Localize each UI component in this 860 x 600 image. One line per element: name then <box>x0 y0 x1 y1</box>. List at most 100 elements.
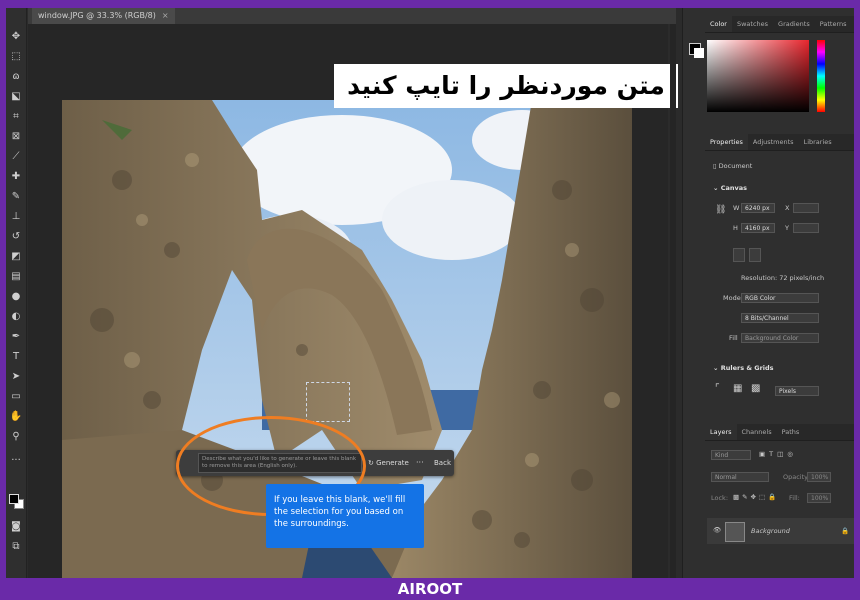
healing-icon[interactable]: ✚ <box>9 170 23 184</box>
landscape-icon[interactable] <box>749 248 761 262</box>
refresh-icon: ↻ <box>368 459 377 467</box>
gradient-icon[interactable]: ▤ <box>9 270 23 284</box>
lasso-icon[interactable]: ɷ <box>9 70 23 84</box>
generate-label: Generate <box>376 459 409 467</box>
selection-marquee[interactable] <box>306 382 350 422</box>
opacity-label: Opacity: <box>783 473 810 481</box>
width-label: W <box>733 204 740 212</box>
path-select-icon[interactable]: ➤ <box>9 370 23 384</box>
photoshop-window: ✥ ⬚ ɷ ⬕ ⌗ ⊠ ⟋ ✚ ✎ ⊥ ↺ ◩ ▤ ● ◐ ✒ T ➤ ▭ ✋ … <box>6 8 854 578</box>
layers-panel-tabs: Layers Channels Paths <box>705 424 854 441</box>
more-tools-icon[interactable]: ··· <box>9 454 23 468</box>
dodge-icon[interactable]: ◐ <box>9 310 23 324</box>
rulers-section-header[interactable]: ⌄ Rulers & Grids <box>713 364 774 372</box>
tab-patterns[interactable]: Patterns <box>815 16 852 32</box>
blend-mode-select[interactable]: Normal <box>711 472 769 482</box>
tab-libraries[interactable]: Libraries <box>799 134 837 150</box>
type-icon[interactable]: T <box>9 350 23 364</box>
width-field[interactable]: 6240 px <box>741 203 775 213</box>
eyedropper-icon[interactable]: ⟋ <box>9 150 23 164</box>
canvas-section-header[interactable]: ⌄ Canvas <box>713 184 747 192</box>
layers-panel: Layers Channels Paths <box>705 424 854 441</box>
tab-layers[interactable]: Layers <box>705 424 737 440</box>
height-label: H <box>733 224 738 232</box>
guides-icon[interactable]: ▩ <box>751 384 760 394</box>
visibility-eye-icon[interactable]: 👁 <box>713 526 721 535</box>
tab-properties[interactable]: Properties <box>705 134 748 150</box>
x-label: X <box>785 204 790 212</box>
bit-depth-select[interactable]: 8 Bits/Channel <box>741 313 819 323</box>
color-picker-field[interactable] <box>707 40 809 112</box>
zoom-icon[interactable]: ⚲ <box>9 430 23 444</box>
tab-paths[interactable]: Paths <box>777 424 805 440</box>
tools-panel: ✥ ⬚ ɷ ⬕ ⌗ ⊠ ⟋ ✚ ✎ ⊥ ↺ ◩ ▤ ● ◐ ✒ T ➤ ▭ ✋ … <box>6 8 27 578</box>
watermark-logo: AIROOT <box>397 580 463 598</box>
y-label: Y <box>785 224 789 232</box>
fill-select[interactable]: Background Color <box>741 333 819 343</box>
eraser-icon[interactable]: ◩ <box>9 250 23 264</box>
hand-icon[interactable]: ✋ <box>9 410 23 424</box>
instruction-banner: متن موردنظر را تایپ کنید <box>334 64 678 108</box>
fill-label: Fill <box>729 334 738 342</box>
generate-tooltip: If you leave this blank, we'll fill the … <box>266 484 424 548</box>
canvas-area[interactable]: متن موردنظر را تایپ کنید Describe what y… <box>28 24 678 578</box>
document-label: Document <box>718 162 753 170</box>
layer-row-background[interactable]: 👁 Background 🔒 <box>707 518 854 544</box>
layer-fill-label: Fill: <box>789 494 800 502</box>
document-tab[interactable]: window.JPG @ 33.3% (RGB/8) × <box>32 8 175 24</box>
brush-icon[interactable]: ✎ <box>9 190 23 204</box>
document-label-row: ▯ Document <box>713 162 752 171</box>
crop-icon[interactable]: ⌗ <box>9 110 23 124</box>
mode-label: Mode <box>723 294 741 302</box>
move-icon[interactable]: ✥ <box>9 30 23 44</box>
canvas-scrollbar[interactable] <box>670 24 676 578</box>
close-icon[interactable]: × <box>162 11 169 20</box>
more-options-button[interactable]: ··· <box>416 456 424 470</box>
canvas-section-label: Canvas <box>720 184 747 192</box>
blur-icon[interactable]: ● <box>9 290 23 304</box>
resolution-label: Resolution: 72 pixels/inch <box>741 274 825 282</box>
frame-icon[interactable]: ⊠ <box>9 130 23 144</box>
tab-color[interactable]: Color <box>705 16 732 32</box>
link-icon[interactable]: ⛓ <box>715 206 726 215</box>
screen-mode-icon[interactable]: ⧉ <box>9 540 23 554</box>
layer-thumbnail <box>725 522 745 542</box>
tab-channels[interactable]: Channels <box>737 424 777 440</box>
lock-icon[interactable]: 🔒 <box>841 527 849 536</box>
layer-name: Background <box>751 527 790 535</box>
units-select[interactable]: Pixels <box>775 386 819 396</box>
properties-panel-tabs: Properties Adjustments Libraries <box>705 134 854 151</box>
quick-mask-icon[interactable]: ◙ <box>9 520 23 534</box>
mode-select[interactable]: RGB Color <box>741 293 819 303</box>
tab-gradients[interactable]: Gradients <box>773 16 815 32</box>
grid-icon[interactable]: ▦ <box>733 384 742 394</box>
stamp-icon[interactable]: ⊥ <box>9 210 23 224</box>
properties-panel: Properties Adjustments Libraries <box>705 134 854 151</box>
tab-adjustments[interactable]: Adjustments <box>748 134 799 150</box>
y-field[interactable] <box>793 223 819 233</box>
hue-slider[interactable] <box>817 40 825 112</box>
portrait-icon[interactable] <box>733 248 745 262</box>
x-field[interactable] <box>793 203 819 213</box>
marquee-icon[interactable]: ⬚ <box>9 50 23 64</box>
rectangle-icon[interactable]: ▭ <box>9 390 23 404</box>
ruler-icon[interactable]: ⌜ <box>715 384 720 394</box>
tab-swatches[interactable]: Swatches <box>732 16 773 32</box>
right-panels: Color Swatches Gradients Patterns Proper… <box>682 8 854 578</box>
height-field[interactable]: 4160 px <box>741 223 775 233</box>
pen-icon[interactable]: ✒ <box>9 330 23 344</box>
generate-button[interactable]: ↻ Generate <box>368 456 409 470</box>
layer-filter-icons[interactable]: ▣T◫◎ <box>759 450 797 459</box>
object-select-icon[interactable]: ⬕ <box>9 90 23 104</box>
layer-fill-field[interactable]: 100% <box>807 493 831 503</box>
history-brush-icon[interactable]: ↺ <box>9 230 23 244</box>
opacity-field[interactable]: 100% <box>807 472 831 482</box>
back-button[interactable]: Back <box>434 456 451 470</box>
lock-label: Lock: <box>711 494 729 502</box>
document-tab-title: window.JPG @ 33.3% (RGB/8) <box>38 11 156 20</box>
lock-icons[interactable]: ▩✎✥⬚🔒 <box>733 493 779 502</box>
panel-background-swatch[interactable] <box>694 48 704 58</box>
foreground-color-swatch[interactable] <box>9 494 19 504</box>
chevron-down-icon: ⌄ <box>713 364 721 372</box>
layer-filter-select[interactable]: Kind <box>711 450 751 460</box>
